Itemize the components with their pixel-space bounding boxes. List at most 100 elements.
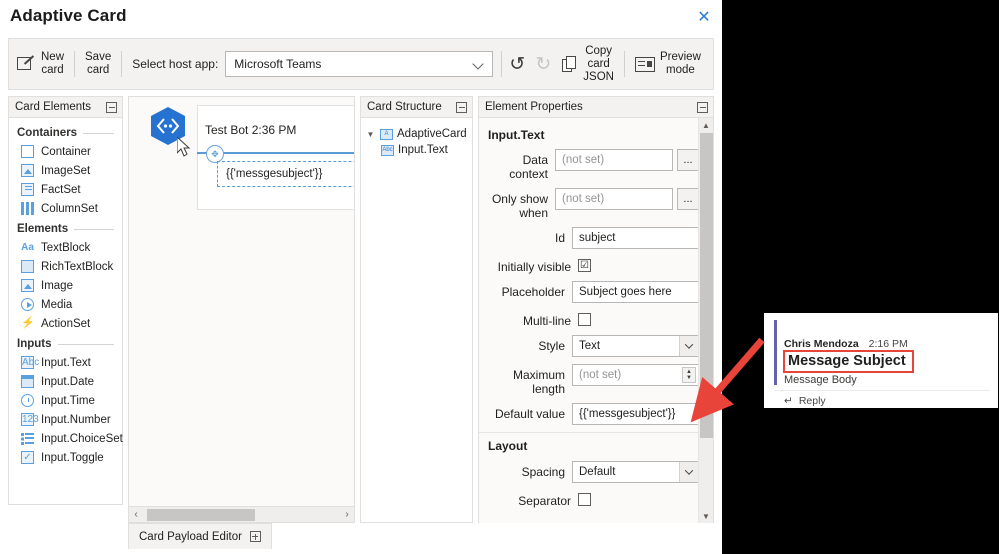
reply-button[interactable]: ↵ Reply	[784, 395, 826, 407]
group-rule	[74, 228, 114, 230]
factset-icon	[21, 183, 34, 196]
element-richtextblock[interactable]: RichTextBlock	[9, 257, 122, 276]
input-choiceset-icon	[21, 432, 34, 445]
multiline-checkbox[interactable]	[578, 313, 591, 326]
max-length-input[interactable]: (not set) ▲ ▼	[572, 364, 699, 386]
only-show-when-input[interactable]: (not set)	[555, 188, 673, 210]
redo-icon[interactable]: ↻	[530, 51, 556, 77]
card-sender-label: Test Bot 2:36 PM	[205, 123, 297, 137]
field-style: Style Text	[479, 335, 699, 357]
element-input-time[interactable]: Input.Time	[9, 391, 122, 410]
layout-section-title: Layout	[479, 432, 699, 461]
close-icon[interactable]: ✕	[694, 8, 714, 28]
tree-node-adaptivecard[interactable]: ▼ A AdaptiveCard	[365, 126, 468, 142]
host-app-select[interactable]: Microsoft Teams	[225, 51, 494, 77]
group-elements: Elements	[9, 218, 122, 238]
collapse-icon[interactable]	[106, 101, 117, 113]
element-label: Input.Text	[41, 356, 91, 369]
field-only-show-when: Only show when (not set) ...	[479, 188, 699, 220]
data-context-input[interactable]: (not set)	[555, 149, 673, 171]
save-card-button[interactable]: Save card	[77, 41, 119, 87]
input-date-icon	[21, 375, 34, 388]
element-textblock[interactable]: Aa TextBlock	[9, 238, 122, 257]
adaptivecard-icon: A	[380, 128, 393, 140]
scroll-up-icon[interactable]: ▲	[699, 118, 713, 132]
tree-node-label: Input.Text	[398, 144, 448, 156]
style-select[interactable]: Text	[572, 335, 699, 357]
element-factset[interactable]: FactSet	[9, 180, 122, 199]
collapse-icon[interactable]	[697, 101, 708, 113]
spacing-label: Spacing	[521, 465, 565, 479]
element-image[interactable]: Image	[9, 276, 122, 295]
placeholder-input[interactable]: Subject goes here	[572, 281, 699, 303]
field-id: Id subject	[479, 227, 699, 249]
group-inputs: Inputs	[9, 333, 122, 353]
message-time: 2:16 PM	[868, 338, 908, 350]
toolbar-divider	[74, 51, 76, 77]
card-structure-header: Card Structure	[361, 97, 472, 118]
default-value-input[interactable]: {{'messgesubject'}}	[572, 403, 699, 425]
element-label: Input.Toggle	[41, 451, 104, 464]
spinner-icon[interactable]: ▲ ▼	[682, 367, 696, 383]
card-canvas[interactable]: Test Bot 2:36 PM ✥ {{'messgesubject'}}	[129, 97, 354, 502]
preview-mode-button[interactable]: Preview mode	[627, 41, 709, 87]
group-rule	[83, 132, 114, 134]
teams-message-popup: Chris Mendoza 2:16 PM Message Subject Me…	[763, 312, 999, 409]
new-card-button[interactable]: New card	[9, 41, 72, 87]
tree-node-input-text[interactable]: Abc Input.Text	[365, 142, 468, 158]
element-input-text[interactable]: Abc Input.Text	[9, 353, 122, 372]
scroll-left-icon[interactable]: ‹	[129, 509, 143, 520]
scroll-thumb[interactable]	[700, 133, 713, 438]
element-media[interactable]: Media	[9, 295, 122, 314]
element-container[interactable]: Container	[9, 142, 122, 161]
initially-visible-checkbox[interactable]: ☑	[578, 259, 591, 272]
card-input-text[interactable]: {{'messgesubject'}}	[217, 161, 354, 187]
input-time-icon	[21, 394, 34, 407]
spacing-select[interactable]: Default	[572, 461, 699, 483]
element-columnset[interactable]: ColumnSet	[9, 199, 122, 218]
chevron-down-icon[interactable]	[679, 462, 698, 482]
copy-icon	[562, 55, 578, 73]
copy-card-json-button[interactable]: Copy card JSON	[556, 41, 622, 87]
element-actionset[interactable]: ⚡ ActionSet	[9, 314, 122, 333]
separator-label: Separator	[518, 494, 571, 508]
element-label: Input.Time	[41, 394, 95, 407]
undo-icon[interactable]: ↺	[504, 51, 530, 77]
element-imageset[interactable]: ImageSet	[9, 161, 122, 180]
chevron-down-icon[interactable]	[679, 336, 698, 356]
field-multiline: Multi-line	[479, 310, 699, 328]
card-payload-editor-tab[interactable]: Card Payload Editor	[128, 523, 272, 549]
only-show-when-browse-button[interactable]: ...	[677, 188, 699, 210]
properties-vertical-scrollbar[interactable]: ▲ ▼	[698, 118, 713, 523]
element-properties-header: Element Properties	[479, 97, 713, 118]
element-input-number[interactable]: 123 Input.Number	[9, 410, 122, 429]
element-input-toggle[interactable]: ✓ Input.Toggle	[9, 448, 122, 467]
tree-node-label: AdaptiveCard	[397, 128, 467, 140]
scroll-right-icon[interactable]: ›	[340, 509, 354, 520]
message-accent-bar	[774, 320, 777, 385]
group-label: Inputs	[17, 338, 52, 350]
scroll-track[interactable]	[143, 508, 340, 522]
id-input[interactable]: subject	[572, 227, 699, 249]
data-context-browse-button[interactable]: ...	[677, 149, 699, 171]
element-label: Input.ChoiceSet	[41, 432, 123, 445]
card-horizontal-scrollbar[interactable]: ‹ ›	[129, 506, 354, 522]
richtextblock-icon	[21, 260, 34, 273]
actionset-icon: ⚡	[21, 317, 35, 329]
scroll-down-icon[interactable]: ▼	[699, 509, 713, 523]
scroll-thumb[interactable]	[147, 508, 255, 521]
field-spacing: Spacing Default	[479, 461, 699, 483]
element-input-date[interactable]: Input.Date	[9, 372, 122, 391]
element-properties-title: Element Properties	[485, 101, 583, 113]
chevron-down-icon[interactable]: ▼	[365, 130, 376, 139]
element-input-choiceset[interactable]: Input.ChoiceSet	[9, 429, 123, 448]
collapse-icon[interactable]	[456, 101, 467, 113]
expand-icon[interactable]	[249, 531, 261, 542]
element-type-label: Input.Text	[488, 128, 545, 142]
element-label: TextBlock	[41, 241, 91, 254]
separator-checkbox[interactable]	[578, 493, 591, 506]
group-label: Containers	[17, 127, 78, 139]
structure-tree: ▼ A AdaptiveCard Abc Input.Text	[361, 118, 472, 166]
group-rule	[57, 343, 114, 345]
initially-visible-label: Initially visible	[497, 260, 571, 274]
